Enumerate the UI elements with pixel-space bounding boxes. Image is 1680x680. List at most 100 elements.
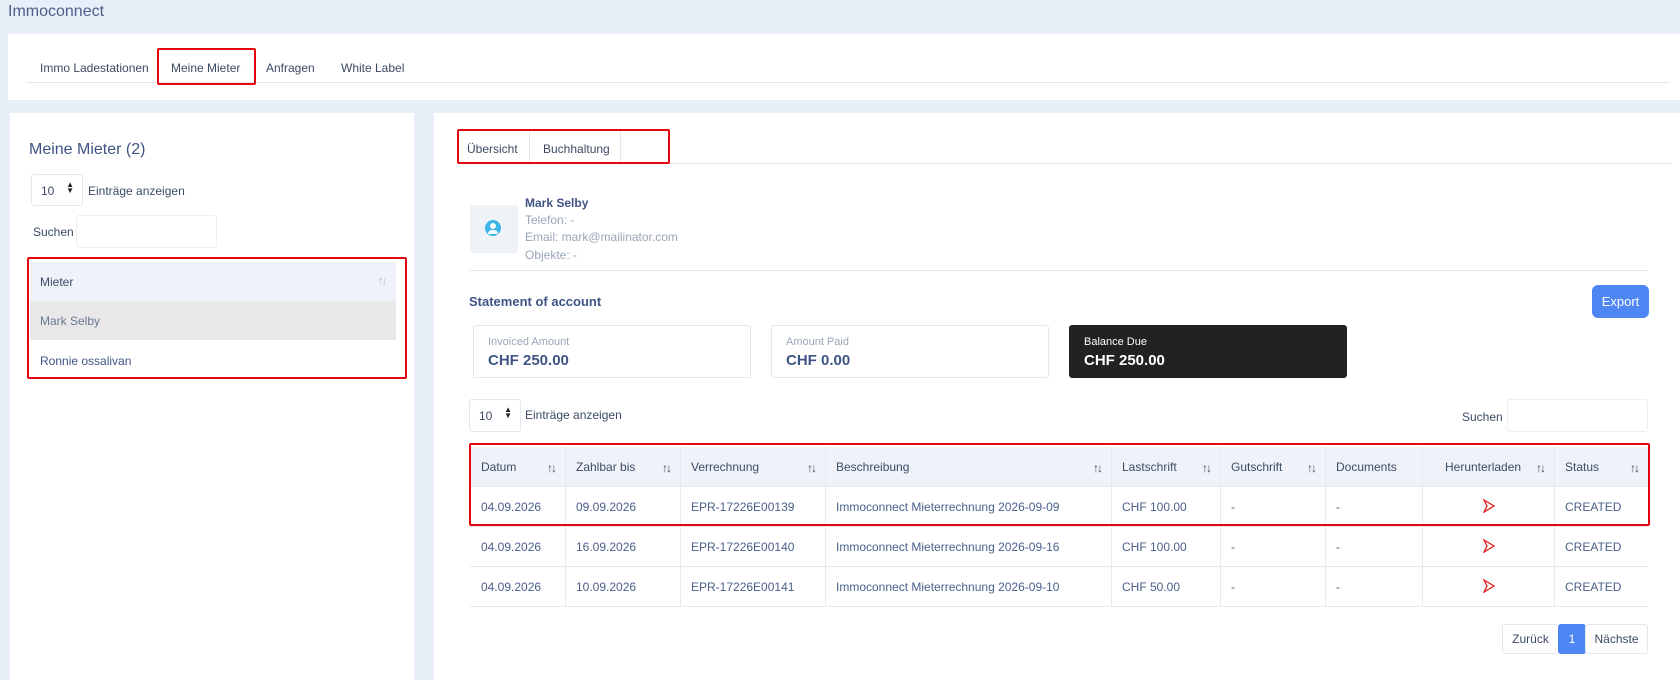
cell-lastschrift: CHF 100.00 [1122, 500, 1187, 514]
tenant-table-header[interactable] [30, 262, 396, 301]
right-page-size-select[interactable]: 10 ▲ ▼ [469, 399, 521, 432]
cell-beschreibung: Immoconnect Mieterrechnung 2026-09-16 [836, 540, 1060, 554]
column-header-documents: Documents [1336, 460, 1397, 474]
cell-lastschrift: CHF 50.00 [1122, 580, 1181, 594]
tab-divider [529, 131, 530, 164]
tenant-list-title: Meine Mieter (2) [29, 141, 146, 158]
export-button[interactable]: Export [1592, 285, 1649, 318]
cell-verrechnung: EPR-17226E00141 [691, 580, 795, 594]
tenant-row-label[interactable]: Ronnie ossalivan [40, 354, 131, 368]
row-divider [470, 606, 1648, 607]
cell-beschreibung: Immoconnect Mieterrechnung 2026-09-09 [836, 500, 1060, 514]
cell-status: CREATED [1565, 500, 1622, 514]
cell-documents: - [1336, 500, 1340, 514]
pdf-icon[interactable] [1482, 579, 1496, 593]
left-search-input[interactable] [76, 215, 217, 248]
tenant-objects: Objekte: - [525, 248, 578, 262]
tab-divider [620, 131, 621, 164]
sort-icon[interactable]: ↑↓ [1093, 461, 1103, 475]
column-header-datum[interactable]: Datum [481, 460, 516, 474]
column-header-beschreibung[interactable]: Beschreibung [836, 460, 909, 474]
cell-verrechnung: EPR-17226E00139 [691, 500, 795, 514]
tab-white-label[interactable]: White Label [341, 61, 404, 75]
left-page-size-value: 10 [41, 184, 55, 198]
cell-verrechnung: EPR-17226E00140 [691, 540, 795, 554]
sort-icon[interactable]: ↑↓ [1307, 461, 1317, 475]
column-header-lastschrift[interactable]: Lastschrift [1122, 460, 1177, 474]
row-divider [470, 486, 1648, 487]
balance-due-value: CHF 250.00 [1084, 352, 1165, 369]
column-header-verrechnung[interactable]: Verrechnung [691, 460, 759, 474]
invoiced-amount-box: Invoiced Amount CHF 250.00 [473, 325, 751, 378]
column-divider [565, 447, 566, 607]
column-divider [680, 447, 681, 607]
tenant-row-label[interactable]: Mark Selby [40, 314, 100, 328]
statement-title: Statement of account [469, 294, 602, 309]
balance-due-box: Balance Due CHF 250.00 [1069, 325, 1347, 378]
invoice-table: Datum Zahlbar bis Verrechnung Beschreibu… [470, 447, 1648, 607]
row-divider [470, 566, 1648, 567]
row-divider [470, 526, 1648, 527]
right-page-size-label: Einträge anzeigen [525, 408, 622, 422]
column-divider [1111, 447, 1112, 607]
sort-icon[interactable]: ↑↓ [662, 461, 672, 475]
sort-icon[interactable]: ↑↓ [547, 461, 557, 475]
sort-icon[interactable]: ↑↓ [1536, 461, 1546, 475]
column-divider [1220, 447, 1221, 607]
column-header-gutschrift[interactable]: Gutschrift [1231, 460, 1282, 474]
user-icon [485, 220, 501, 236]
column-header-herunterladen[interactable]: Herunterladen [1445, 460, 1521, 474]
pagination-page-1[interactable]: 1 [1558, 624, 1586, 654]
right-search-label: Suchen [1462, 410, 1503, 424]
left-page-size-select[interactable]: 10 ▲ ▼ [31, 174, 83, 206]
cell-zahlbar-bis: 09.09.2026 [576, 500, 637, 514]
cell-status: CREATED [1565, 580, 1622, 594]
cell-gutschrift: - [1231, 540, 1235, 554]
tenant-email: Email: mark@mailinator.com [525, 230, 678, 244]
column-divider [1325, 447, 1326, 607]
amount-paid-label: Amount Paid [786, 336, 849, 348]
sort-icon[interactable]: ↑↓ [1202, 461, 1212, 475]
select-arrows-icon: ▲ ▼ [66, 180, 74, 195]
cell-datum: 04.09.2026 [481, 540, 542, 554]
pdf-icon[interactable] [1482, 499, 1496, 513]
column-divider [1422, 447, 1423, 607]
app-title: Immoconnect [8, 3, 105, 20]
cell-datum: 04.09.2026 [481, 500, 542, 514]
column-divider [1554, 447, 1555, 607]
tab-immo-ladestationen[interactable]: Immo Ladestationen [40, 61, 149, 75]
cell-lastschrift: CHF 100.00 [1122, 540, 1187, 554]
column-header-status[interactable]: Status [1565, 460, 1599, 474]
right-page-size-value: 10 [479, 409, 493, 423]
column-divider [825, 447, 826, 607]
balance-due-label: Balance Due [1084, 336, 1147, 348]
tenant-phone: Telefon: - [525, 213, 575, 227]
tenant-name: Mark Selby [525, 196, 589, 210]
pdf-icon[interactable] [1482, 539, 1496, 553]
sort-icon[interactable]: ↑↓ [1630, 461, 1640, 475]
tab-uebersicht[interactable]: Übersicht [467, 142, 518, 156]
cell-zahlbar-bis: 10.09.2026 [576, 580, 637, 594]
tab-buchhaltung[interactable]: Buchhaltung [543, 142, 610, 156]
pagination-next[interactable]: Nächste [1585, 624, 1648, 654]
tenant-column-header: Mieter [40, 275, 74, 289]
left-search-label: Suchen [33, 225, 74, 239]
tab-anfragen[interactable]: Anfragen [266, 61, 315, 75]
column-header-zahlbar-bis[interactable]: Zahlbar bis [576, 460, 635, 474]
tab-meine-mieter[interactable]: Meine Mieter [171, 61, 240, 75]
cell-documents: - [1336, 540, 1340, 554]
right-search-input[interactable] [1507, 399, 1648, 432]
select-arrows-icon: ▲ ▼ [504, 405, 512, 420]
cell-documents: - [1336, 580, 1340, 594]
cell-gutschrift: - [1231, 580, 1235, 594]
amount-paid-value: CHF 0.00 [786, 352, 851, 369]
amount-paid-box: Amount Paid CHF 0.00 [771, 325, 1049, 378]
invoiced-amount-value: CHF 250.00 [488, 352, 569, 369]
sort-icon[interactable]: ↑↓ [378, 275, 387, 287]
detail-tabs-divider [459, 163, 1672, 164]
cell-beschreibung: Immoconnect Mieterrechnung 2026-09-10 [836, 580, 1060, 594]
top-navigation [8, 34, 1680, 100]
cell-zahlbar-bis: 16.09.2026 [576, 540, 637, 554]
pagination-prev[interactable]: Zurück [1502, 624, 1559, 654]
sort-icon[interactable]: ↑↓ [807, 461, 817, 475]
